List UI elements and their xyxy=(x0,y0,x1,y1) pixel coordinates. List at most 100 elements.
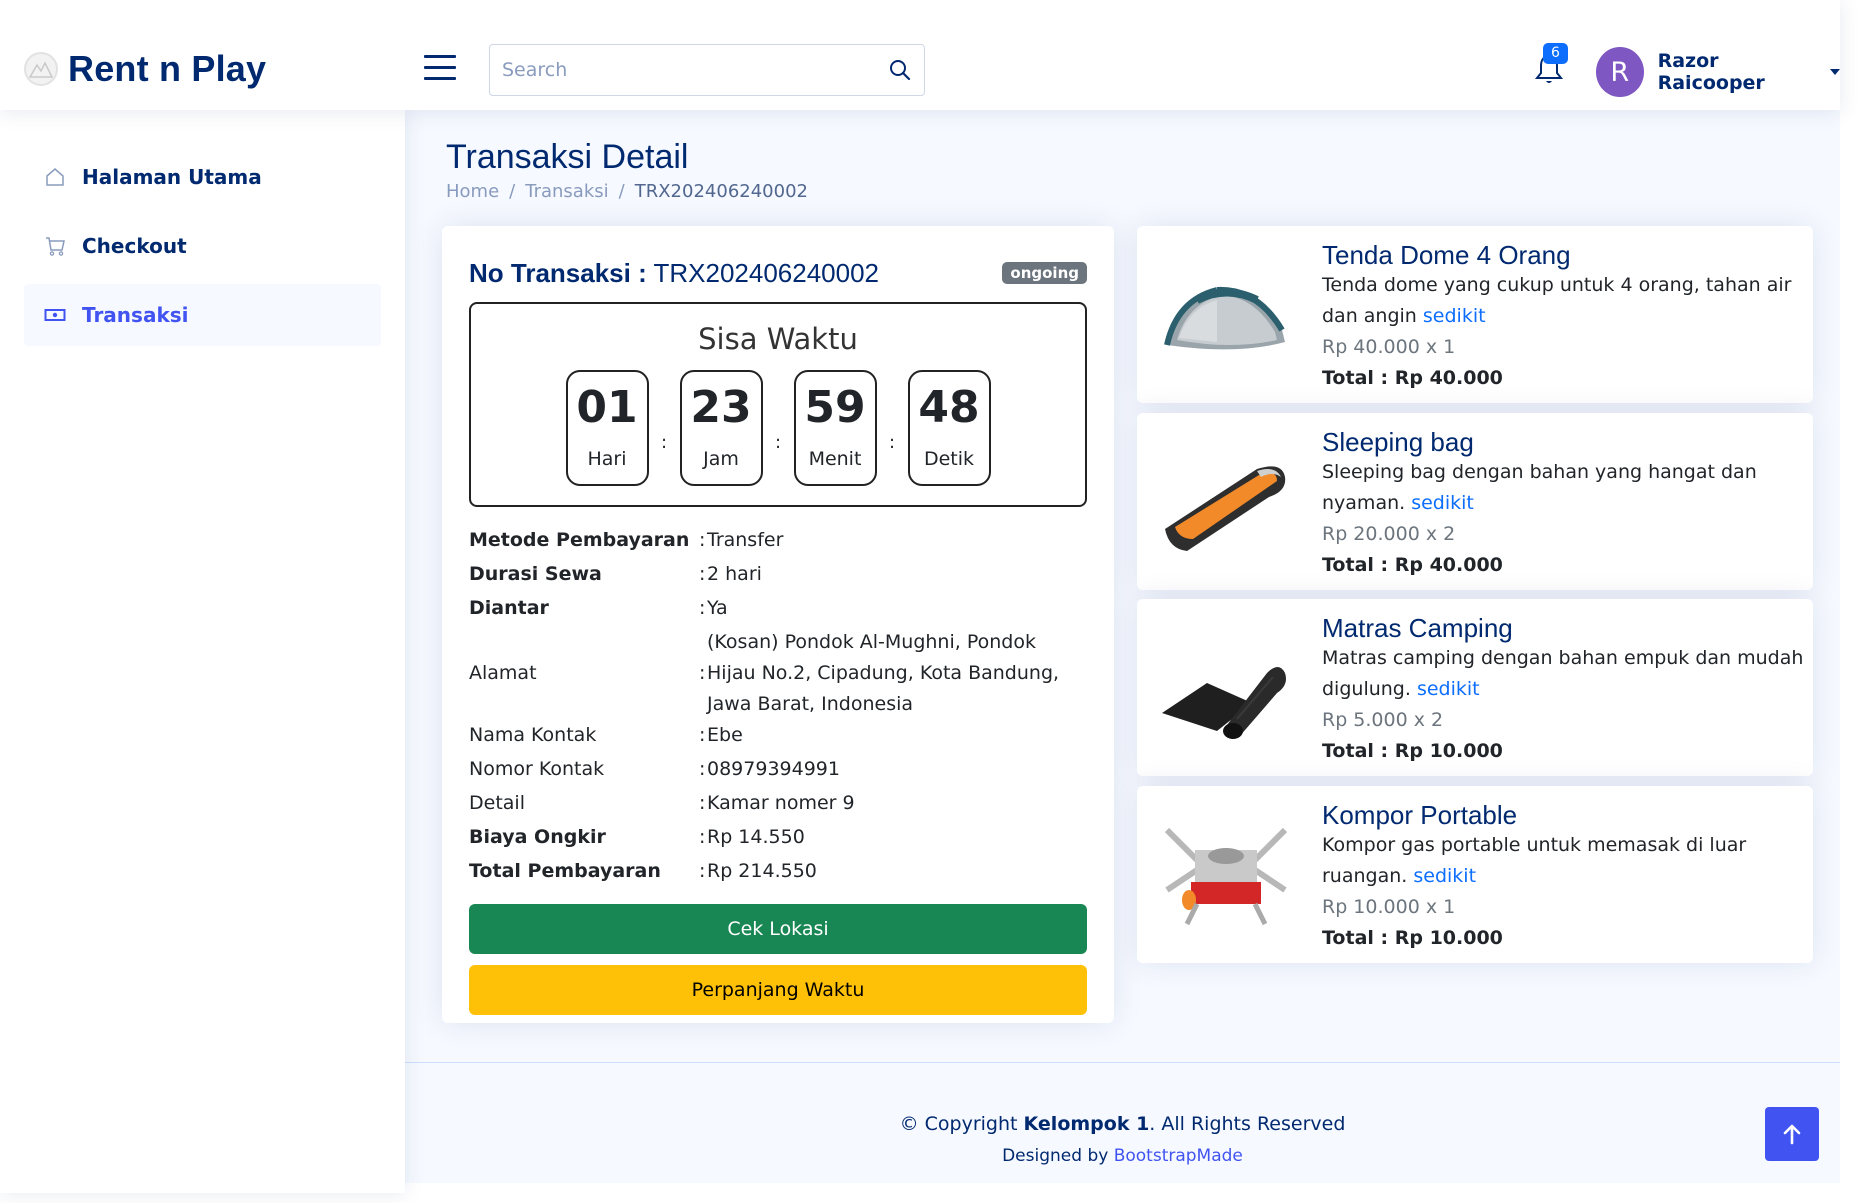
camping-mat-image xyxy=(1137,599,1317,776)
sidebar-item-label: Checkout xyxy=(82,234,187,258)
house-icon xyxy=(44,166,66,188)
detail-value: Ya xyxy=(707,597,728,619)
logo[interactable]: Rent n Play xyxy=(24,48,266,90)
detail-label: Detail xyxy=(469,792,525,814)
item-price-qty: Rp 10.000 x 1 xyxy=(1322,896,1456,918)
detail-colon: : xyxy=(699,662,706,684)
transaction-card: No Transaksi : TRX202406240002 ongoing S… xyxy=(442,226,1114,1023)
profile-dropdown[interactable]: R Razor Raicooper xyxy=(1596,47,1840,97)
item-more-link[interactable]: sedikit xyxy=(1413,865,1476,887)
app-name: Rent n Play xyxy=(68,48,267,89)
item-more-link[interactable]: sedikit xyxy=(1411,492,1474,514)
app-root: Rent n Play 6 R Razor Raicooper xyxy=(0,0,1840,1193)
sidebar-item-halaman-utama[interactable]: Halaman Utama xyxy=(24,146,381,208)
detail-value: Kamar nomer 9 xyxy=(707,792,855,814)
designed-by-link[interactable]: BootstrapMade xyxy=(1114,1146,1243,1166)
sidebar-item-label: Halaman Utama xyxy=(82,165,262,189)
item-description: Tenda dome yang cukup untuk 4 orang, tah… xyxy=(1322,270,1812,332)
item-total: Total : Rp 40.000 xyxy=(1322,367,1503,389)
mountain-logo-icon xyxy=(24,52,58,86)
extend-time-button[interactable]: Perpanjang Waktu xyxy=(469,965,1087,1015)
detail-label: Metode Pembayaran xyxy=(469,529,690,551)
detail-value: (Kosan) Pondok Al-Mughni, Pondok Hijau N… xyxy=(707,627,1087,720)
countdown-minutes: 59 Menit xyxy=(793,370,877,486)
detail-colon: : xyxy=(699,563,706,585)
item-more-link[interactable]: sedikit xyxy=(1423,305,1486,327)
breadcrumb-transaksi[interactable]: Transaksi xyxy=(525,181,608,202)
scroll-to-top-button[interactable] xyxy=(1765,1107,1819,1161)
sidebar: Halaman Utama Checkout Transaksi xyxy=(0,110,405,1193)
detail-row-shipping-cost: Biaya Ongkir : Rp 14.550 xyxy=(469,822,1087,856)
item-total: Total : Rp 10.000 xyxy=(1322,927,1503,949)
avatar: R xyxy=(1596,47,1644,97)
item-price-qty: Rp 40.000 x 1 xyxy=(1322,336,1456,358)
transaction-number-label: No Transaksi : xyxy=(469,257,647,288)
detail-colon: : xyxy=(699,792,706,814)
detail-colon: : xyxy=(699,826,706,848)
countdown-days: 01 Hari xyxy=(565,370,649,486)
detail-label: Alamat xyxy=(469,662,537,684)
item-name: Tenda Dome 4 Orang xyxy=(1322,240,1571,270)
detail-label: Durasi Sewa xyxy=(469,563,602,585)
search-icon[interactable] xyxy=(876,45,924,95)
item-description: Sleeping bag dengan bahan yang hangat da… xyxy=(1322,457,1812,519)
sidebar-item-checkout[interactable]: Checkout xyxy=(24,215,381,277)
detail-value: Rp 14.550 xyxy=(707,826,805,848)
detail-label: Total Pembayaran xyxy=(469,860,661,882)
address-line: (Kosan) Pondok Al-Mughni, Pondok xyxy=(707,631,1036,653)
detail-label: Nama Kontak xyxy=(469,724,597,746)
check-location-button[interactable]: Cek Lokasi xyxy=(469,904,1087,954)
countdown-value: 23 xyxy=(690,382,752,433)
item-total: Total : Rp 10.000 xyxy=(1322,740,1503,762)
breadcrumb-current: TRX202406240002 xyxy=(634,181,808,202)
countdown-separator: : xyxy=(888,431,896,453)
item-body: Kompor Portable Kompor gas portable untu… xyxy=(1317,786,1812,963)
detail-row-total-payment: Total Pembayaran : Rp 214.550 xyxy=(469,856,1087,890)
item-more-link[interactable]: sedikit xyxy=(1417,678,1480,700)
search-input[interactable] xyxy=(490,45,876,95)
transaction-number-value: TRX202406240002 xyxy=(653,257,880,288)
countdown-value: 48 xyxy=(918,382,980,433)
notification-count-badge: 6 xyxy=(1543,43,1568,64)
breadcrumb-separator: / xyxy=(509,181,516,202)
breadcrumb-home[interactable]: Home xyxy=(446,181,499,202)
item-card: Tenda Dome 4 Orang Tenda dome yang cukup… xyxy=(1137,226,1813,403)
detail-colon: : xyxy=(699,860,706,882)
countdown-hours: 23 Jam xyxy=(679,370,763,486)
countdown-row: 01 Hari : 23 Jam : 59 Menit : 48 Detik xyxy=(471,370,1085,486)
item-total: Total : Rp 40.000 xyxy=(1322,554,1503,576)
profile-name: Razor Raicooper xyxy=(1657,50,1765,94)
designed-by: Designed by BootstrapMade xyxy=(405,1146,1840,1166)
detail-colon: : xyxy=(699,758,706,780)
arrow-up-icon xyxy=(1783,1124,1801,1145)
cart-icon xyxy=(44,235,66,257)
search-bar xyxy=(489,44,925,96)
detail-row-address: Alamat : (Kosan) Pondok Al-Mughni, Pondo… xyxy=(469,627,1087,720)
sleeping-bag-image xyxy=(1137,413,1317,590)
countdown-box: Sisa Waktu 01 Hari : 23 Jam : 59 Menit : xyxy=(469,302,1087,507)
copyright-prefix: © Copyright xyxy=(899,1113,1024,1135)
status-badge: ongoing xyxy=(1002,262,1087,284)
detail-value: Ebe xyxy=(707,724,743,746)
sidebar-item-transaksi[interactable]: Transaksi xyxy=(24,284,381,346)
address-line: Jawa Barat, Indonesia xyxy=(707,693,914,715)
detail-value: 2 hari xyxy=(707,563,762,585)
top-header: Rent n Play 6 R Razor Raicooper xyxy=(0,0,1840,110)
sidebar-item-label: Transaksi xyxy=(82,303,189,327)
item-description: Matras camping dengan bahan empuk dan mu… xyxy=(1322,643,1812,705)
detail-value: 08979394991 xyxy=(707,758,840,780)
item-body: Matras Camping Matras camping dengan bah… xyxy=(1317,599,1812,776)
item-description-text: Sleeping bag dengan bahan yang hangat da… xyxy=(1322,461,1757,514)
detail-row-contact-number: Nomor Kontak : 08979394991 xyxy=(469,754,1087,788)
item-body: Tenda Dome 4 Orang Tenda dome yang cukup… xyxy=(1317,226,1812,403)
item-description: Kompor gas portable untuk memasak di lua… xyxy=(1322,830,1812,892)
countdown-seconds: 48 Detik xyxy=(907,370,991,486)
caret-down-icon xyxy=(1830,69,1840,75)
copyright-owner: Kelompok 1 xyxy=(1023,1113,1150,1135)
countdown-label: Hari xyxy=(587,448,627,470)
detail-colon: : xyxy=(699,597,706,619)
hamburger-menu-icon[interactable] xyxy=(424,55,456,83)
item-name: Matras Camping xyxy=(1322,613,1513,643)
item-card: Sleeping bag Sleeping bag dengan bahan y… xyxy=(1137,413,1813,590)
detail-row-delivered: Diantar : Ya xyxy=(469,593,1087,627)
